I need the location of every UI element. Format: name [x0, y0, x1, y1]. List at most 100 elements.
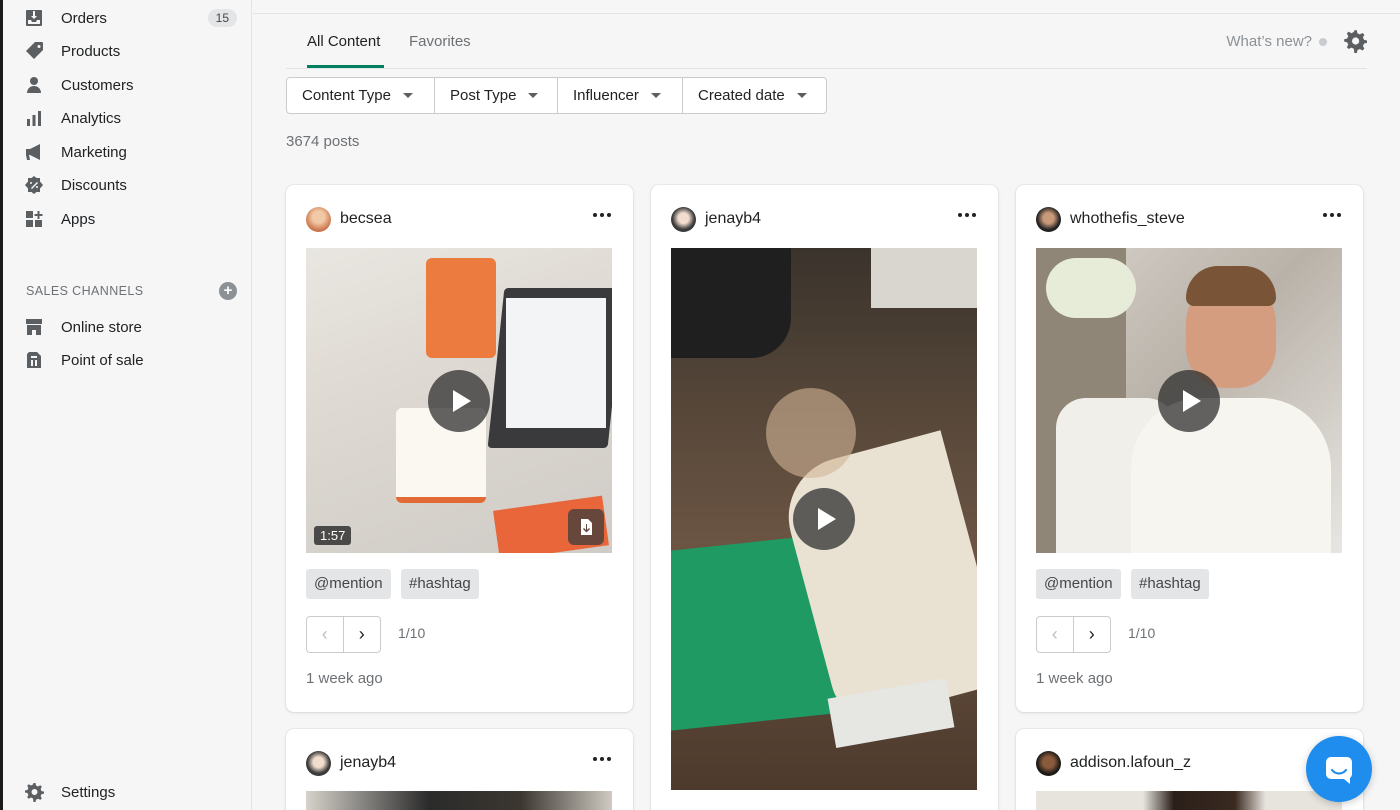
sidebar-item-analytics[interactable]: Analytics	[23, 104, 243, 132]
apps-icon	[23, 208, 45, 230]
play-icon[interactable]	[428, 370, 490, 432]
filter-label: Content Type	[302, 87, 391, 104]
post-username[interactable]: jenayb4	[340, 754, 396, 772]
chevron-right-icon[interactable]: ›	[1074, 617, 1111, 652]
post-card-header: jenayb4	[671, 205, 978, 233]
megaphone-icon	[23, 141, 45, 163]
more-options-icon[interactable]	[958, 213, 976, 217]
sidebar-item-marketing[interactable]: Marketing	[23, 138, 243, 166]
flowers-image	[1046, 258, 1136, 318]
sidebar: Orders 15 Products Customers Analytics M…	[0, 0, 252, 810]
post-media-video[interactable]	[671, 248, 977, 790]
main-content: All Content Favorites What’s new? Conten…	[253, 0, 1400, 810]
post-timestamp: 1 week ago	[1036, 670, 1113, 687]
filter-influencer[interactable]: Influencer	[558, 78, 683, 113]
product-bag-image	[426, 258, 496, 358]
sidebar-item-label: Settings	[61, 783, 116, 801]
chevron-left-icon[interactable]: ‹	[1037, 617, 1074, 652]
chat-icon	[1326, 757, 1352, 784]
sidebar-item-apps[interactable]: Apps	[23, 205, 243, 233]
discount-icon	[23, 174, 45, 196]
whats-new-link[interactable]: What’s new?	[1226, 33, 1312, 50]
hashtag-tag[interactable]: #hashtag	[1131, 569, 1209, 599]
filter-content-type[interactable]: Content Type	[287, 78, 435, 113]
more-options-icon[interactable]	[1323, 213, 1341, 217]
tab-all-content[interactable]: All Content	[307, 33, 380, 50]
page-indicator: 1/10	[1128, 625, 1156, 641]
post-media-image[interactable]	[306, 791, 612, 810]
post-media-image[interactable]	[1036, 791, 1342, 810]
mention-tag[interactable]: @mention	[306, 569, 391, 599]
post-username[interactable]: becsea	[340, 210, 392, 228]
post-media-video[interactable]: 1:57	[306, 248, 612, 553]
mention-tag[interactable]: @mention	[1036, 569, 1121, 599]
sidebar-item-label: Analytics	[61, 109, 122, 127]
settings-gear-icon[interactable]	[1343, 29, 1367, 54]
sidebar-item-label: Apps	[61, 210, 96, 228]
post-username[interactable]: whothefis_steve	[1070, 210, 1185, 228]
play-icon[interactable]	[1158, 370, 1220, 432]
chevron-right-icon[interactable]: ›	[344, 617, 381, 652]
glass-cup-image	[766, 388, 856, 478]
play-icon[interactable]	[793, 488, 855, 550]
avatar[interactable]	[1036, 206, 1061, 232]
sidebar-item-label: Orders	[61, 9, 107, 27]
post-timestamp: 1 week ago	[306, 670, 383, 687]
add-channel-icon[interactable]: +	[219, 282, 237, 300]
sidebar-item-settings[interactable]: Settings	[23, 778, 243, 806]
filter-bar: Content Type Post Type Influencer Create…	[286, 77, 827, 114]
sidebar-item-customers[interactable]: Customers	[23, 71, 243, 99]
sidebar-item-products[interactable]: Products	[23, 37, 243, 65]
chevron-left-icon[interactable]: ‹	[307, 617, 344, 652]
tab-favorites[interactable]: Favorites	[409, 33, 471, 50]
chat-launcher-button[interactable]	[1306, 736, 1372, 802]
filter-post-type[interactable]: Post Type	[435, 78, 558, 113]
sidebar-item-label: Point of sale	[61, 351, 144, 369]
video-duration: 1:57	[314, 526, 352, 545]
hair-image	[1186, 266, 1276, 306]
download-icon[interactable]	[568, 509, 604, 545]
sidebar-item-point-of-sale[interactable]: Point of sale	[23, 346, 243, 374]
sidebar-item-discounts[interactable]: Discounts	[23, 171, 243, 199]
sidebar-item-label: Online store	[61, 318, 142, 336]
post-card-header: becsea	[306, 205, 613, 233]
content-tabs: All Content Favorites What’s new?	[286, 14, 1367, 69]
avatar[interactable]	[306, 206, 331, 232]
more-options-icon[interactable]	[593, 213, 611, 217]
avatar[interactable]	[306, 750, 331, 776]
hashtag-tag[interactable]: #hashtag	[401, 569, 479, 599]
sidebar-item-label: Products	[61, 42, 121, 60]
sidebar-item-label: Customers	[61, 76, 134, 94]
filter-label: Influencer	[573, 87, 639, 104]
orders-count-badge: 15	[207, 9, 237, 27]
filter-created-date[interactable]: Created date	[683, 78, 826, 113]
orders-icon	[23, 7, 45, 29]
post-count: 3674 posts	[286, 133, 360, 150]
sales-channels-heading: SALES CHANNELS	[26, 284, 144, 298]
hoodie-image	[1131, 398, 1331, 553]
avatar[interactable]	[671, 206, 696, 232]
books-image	[871, 248, 977, 308]
sidebar-item-online-store[interactable]: Online store	[23, 313, 243, 341]
filter-label: Post Type	[450, 87, 517, 104]
more-options-icon[interactable]	[593, 757, 611, 761]
gear-icon	[23, 781, 45, 803]
laptop-screen-image	[506, 298, 606, 428]
caret-down-icon	[650, 93, 661, 98]
pos-icon	[23, 349, 45, 371]
avatar[interactable]	[1036, 750, 1061, 776]
caret-down-icon	[796, 93, 807, 98]
post-card-header: whothefis_steve	[1036, 205, 1343, 233]
post-media-video[interactable]	[1036, 248, 1342, 553]
post-card: jenayb4	[286, 729, 633, 810]
post-card-header: addison.lafoun_z	[1036, 749, 1343, 777]
sidebar-item-label: Discounts	[61, 176, 127, 194]
bar-chart-icon	[23, 107, 45, 129]
post-username[interactable]: addison.lafoun_z	[1070, 754, 1191, 772]
sidebar-item-orders[interactable]: Orders 15	[23, 4, 243, 32]
tag-icon	[23, 40, 45, 62]
post-card: jenayb4	[651, 185, 998, 810]
post-username[interactable]: jenayb4	[705, 210, 761, 228]
caret-down-icon	[402, 93, 413, 98]
media-pager: ‹ ›	[306, 616, 381, 653]
